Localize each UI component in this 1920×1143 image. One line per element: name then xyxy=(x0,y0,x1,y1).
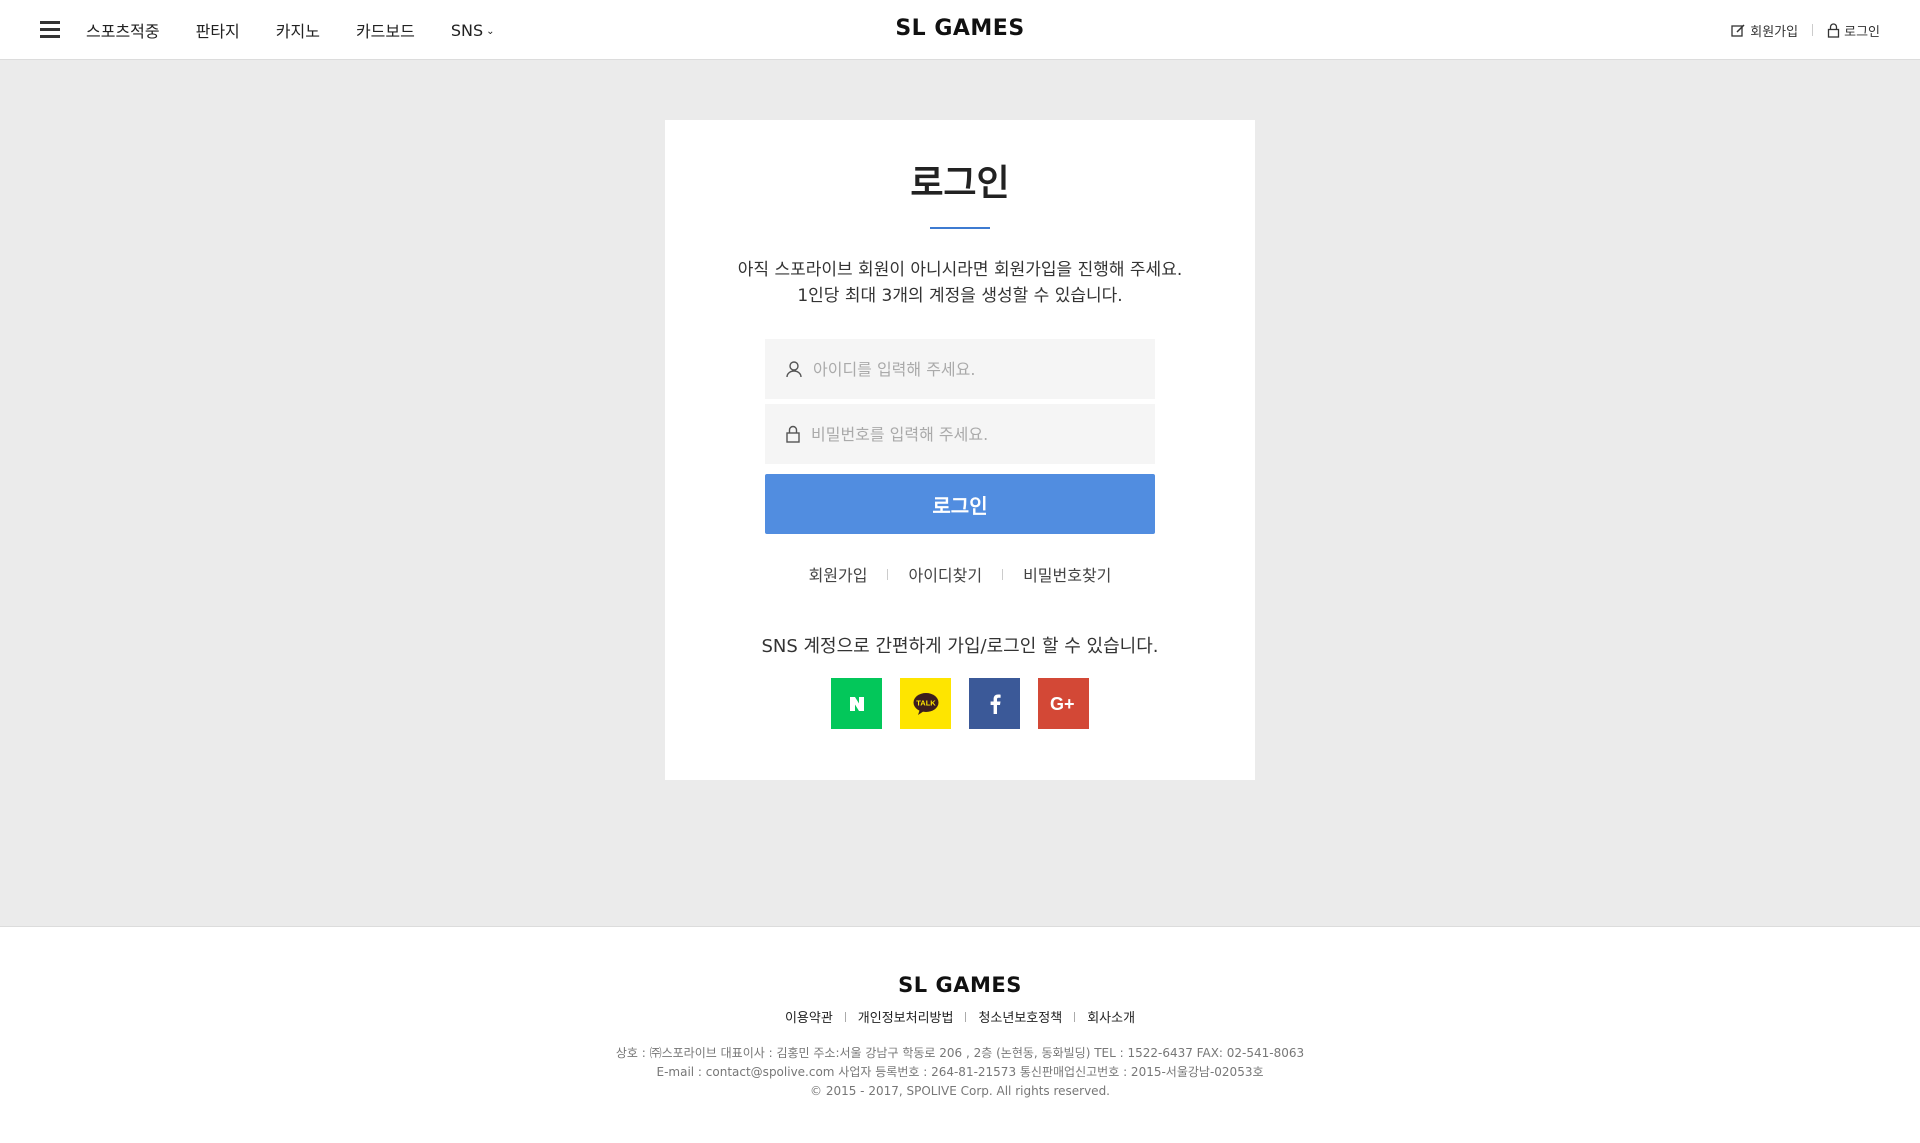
copyright: © 2015 - 2017, SPOLIVE Corp. All rights … xyxy=(810,1084,1110,1098)
header-utility: 회원가입 로그인 xyxy=(1731,0,1880,60)
footer-links: 이용약관 개인정보처리방법 청소년보호정책 회사소개 xyxy=(0,1007,1920,1026)
divider xyxy=(844,1011,846,1022)
kakaotalk-icon: TALK xyxy=(913,692,938,715)
divider xyxy=(965,1011,967,1022)
login-button[interactable]: 로그인 xyxy=(765,474,1155,535)
page-title: 로그인 xyxy=(910,163,1010,204)
footer-logo: SL GAMES xyxy=(898,973,1022,997)
header-signup-link[interactable]: 회원가입 xyxy=(1731,21,1798,40)
kakao-login-button[interactable]: TALK xyxy=(900,678,951,730)
account-links: 회원가입 아이디찾기 비밀번호찾기 xyxy=(665,562,1255,586)
title-underline xyxy=(930,227,990,230)
lock-icon xyxy=(1827,22,1840,38)
site-logo: SL GAMES xyxy=(0,16,1920,41)
facebook-login-button[interactable] xyxy=(969,678,1020,730)
description-line: 아직 스포라이브 회원이 아니시라면 회원가입을 진행해 주세요. xyxy=(737,260,1183,281)
google-plus-login-button[interactable]: G+ xyxy=(1038,678,1089,730)
id-input[interactable] xyxy=(811,358,1135,380)
divider xyxy=(887,568,889,580)
svg-text:G+: G+ xyxy=(1050,695,1075,713)
privacy-link[interactable]: 개인정보처리방법 xyxy=(858,1007,954,1026)
lock-icon xyxy=(786,426,800,443)
description-line: 1인당 최대 3개의 계정을 생성할 수 있습니다. xyxy=(797,286,1123,307)
find-password-link[interactable]: 비밀번호찾기 xyxy=(1023,562,1111,586)
login-card: 로그인 아직 스포라이브 회원이 아니시라면 회원가입을 진행해 주세요. 1인… xyxy=(665,120,1255,780)
google-plus-icon: G+ xyxy=(1050,695,1075,713)
header-login-link[interactable]: 로그인 xyxy=(1827,21,1880,40)
divider xyxy=(1074,1011,1076,1022)
divider xyxy=(1812,24,1814,36)
password-field[interactable] xyxy=(765,404,1155,465)
sns-buttons: TALK G+ xyxy=(665,678,1255,730)
edit-icon xyxy=(1731,23,1745,37)
login-label: 로그인 xyxy=(1844,24,1880,40)
top-header: 스포츠적중 판타지 카지노 카드보드 SNS ⌄ SL GAMES 회원가입 로그… xyxy=(0,0,1920,60)
svg-text:TALK: TALK xyxy=(916,698,936,707)
company-info: 상호 : ㈜스포라이브 대표이사 : 김홍민 주소:서울 강남구 학동로 206… xyxy=(0,1044,1920,1101)
password-input[interactable] xyxy=(809,423,1133,445)
naver-icon xyxy=(849,696,864,711)
sns-description: SNS 계정으로 간편하게 가입/로그인 할 수 있습니다. xyxy=(761,636,1159,658)
about-link[interactable]: 회사소개 xyxy=(1087,1007,1135,1026)
user-icon xyxy=(786,361,802,378)
divider xyxy=(1002,568,1004,580)
login-description: 아직 스포라이브 회원이 아니시라면 회원가입을 진행해 주세요. 1인당 최대… xyxy=(665,257,1255,309)
site-logo-text[interactable]: SL GAMES xyxy=(895,16,1024,41)
company-info-line: 상호 : ㈜스포라이브 대표이사 : 김홍민 주소:서울 강남구 학동로 206… xyxy=(615,1046,1305,1060)
company-info-line: E-mail : contact@spolive.com 사업자 등록번호 : … xyxy=(656,1065,1264,1079)
youth-policy-link[interactable]: 청소년보호정책 xyxy=(978,1007,1062,1026)
signup-label: 회원가입 xyxy=(1750,24,1799,40)
terms-link[interactable]: 이용약관 xyxy=(785,1007,833,1026)
facebook-icon xyxy=(990,694,1001,714)
find-id-link[interactable]: 아이디찾기 xyxy=(908,562,982,586)
signup-link[interactable]: 회원가입 xyxy=(809,562,868,586)
site-footer: SL GAMES 이용약관 개인정보처리방법 청소년보호정책 회사소개 상호 :… xyxy=(0,926,1920,1143)
id-field[interactable] xyxy=(765,339,1155,400)
naver-login-button[interactable] xyxy=(831,678,882,730)
